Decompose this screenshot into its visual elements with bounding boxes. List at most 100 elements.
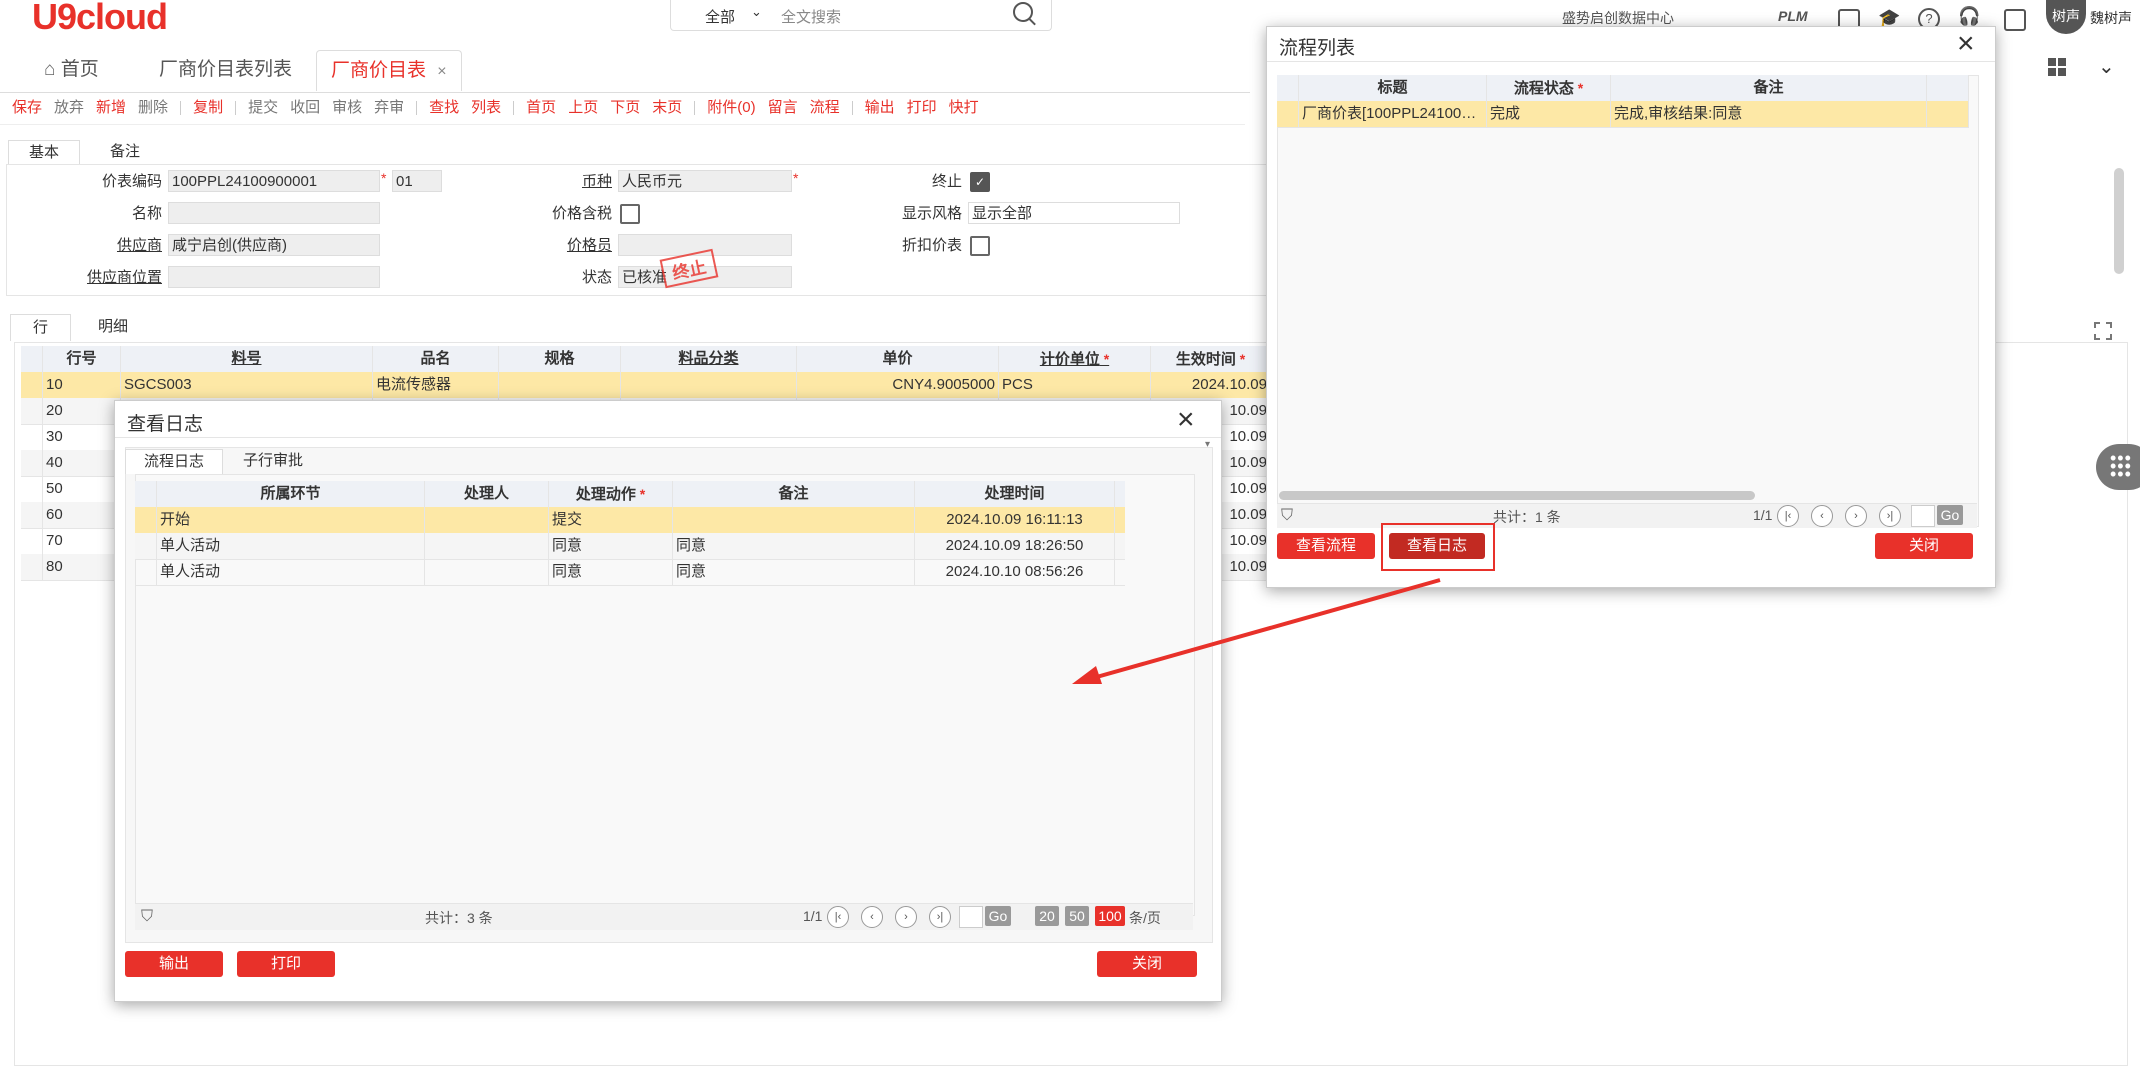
- next-page-icon[interactable]: ›: [1845, 505, 1867, 527]
- search-input[interactable]: 全文搜索: [781, 6, 841, 27]
- close-button[interactable]: 关闭: [1097, 951, 1197, 977]
- name-field[interactable]: [168, 202, 380, 224]
- avatar[interactable]: 树声: [2046, 0, 2086, 34]
- close-button[interactable]: 关闭: [1875, 533, 1973, 559]
- toolbar-button[interactable]: 快打: [949, 99, 979, 116]
- tab-remarks[interactable]: 备注: [90, 140, 160, 164]
- tab-price-list-list[interactable]: 厂商价目表列表: [145, 50, 306, 90]
- toolbar-button[interactable]: 查找: [429, 99, 459, 116]
- expand-icon[interactable]: [2094, 322, 2112, 340]
- close-icon[interactable]: ×: [437, 63, 446, 80]
- toolbar-button[interactable]: 末页: [652, 99, 682, 116]
- toolbar-button[interactable]: 流程: [810, 99, 840, 116]
- org-selector[interactable]: 盛势启创数据中心: [1562, 8, 1674, 28]
- supplier-label[interactable]: 供应商: [62, 234, 162, 255]
- last-page-icon[interactable]: ›|: [929, 906, 951, 928]
- display-style-select[interactable]: 显示全部: [968, 202, 1180, 224]
- toolbar-button[interactable]: 提交: [248, 99, 278, 116]
- table-cell: 完成,审核结果:同意: [1611, 101, 1927, 127]
- tab-label: 厂商价目表: [331, 60, 427, 81]
- toolbar-button[interactable]: 附件(0): [707, 99, 755, 116]
- table-row[interactable]: 开始 提交 2024.10.09 16:11:13: [135, 507, 1125, 534]
- table-cell: [21, 502, 43, 528]
- next-page-icon[interactable]: ›: [895, 906, 917, 928]
- toolbar-button[interactable]: 留言: [768, 99, 798, 116]
- view-log-button[interactable]: 查看日志: [1389, 533, 1485, 559]
- price-code-field[interactable]: 100PPL24100900001: [168, 170, 380, 192]
- page-input[interactable]: [959, 906, 983, 928]
- print-button[interactable]: 打印: [237, 951, 335, 977]
- quick-apps-button[interactable]: ••• ••• •••: [2096, 444, 2140, 490]
- tab-detail[interactable]: 明细: [76, 314, 150, 340]
- filter-icon[interactable]: ⛉: [1281, 507, 1293, 525]
- user-name[interactable]: 魏树声: [2090, 8, 2132, 28]
- price-code-suffix-field[interactable]: 01: [392, 170, 442, 192]
- table-row[interactable]: 厂商价表[100PPL24100… 完成 完成,审核结果:同意: [1277, 101, 1969, 128]
- close-icon[interactable]: ×: [1177, 405, 1195, 435]
- table-row[interactable]: 单人活动 同意 同意 2024.10.09 18:26:50: [135, 533, 1125, 560]
- apps-grid-icon[interactable]: [2048, 58, 2066, 76]
- currency-label[interactable]: 币种: [512, 170, 612, 191]
- vertical-scrollbar[interactable]: [2114, 168, 2124, 274]
- tab-basic[interactable]: 基本: [8, 140, 81, 165]
- filter-icon[interactable]: ⛉: [141, 908, 153, 926]
- toolbar-button[interactable]: 首页: [526, 99, 556, 116]
- headset-icon[interactable]: 🎧: [1958, 6, 1980, 27]
- page-input[interactable]: [1911, 505, 1935, 527]
- discount-price-checkbox[interactable]: [970, 236, 990, 256]
- prev-page-icon[interactable]: ‹: [1811, 505, 1833, 527]
- price-clerk-label[interactable]: 价格员: [512, 234, 612, 255]
- toolbar-button[interactable]: 新增: [96, 99, 126, 116]
- toolbar-button[interactable]: 上页: [568, 99, 598, 116]
- last-page-icon[interactable]: ›|: [1879, 505, 1901, 527]
- currency-field[interactable]: 人民币元: [618, 170, 792, 192]
- page-size-20[interactable]: 20: [1035, 906, 1059, 926]
- plm-link[interactable]: PLM: [1778, 8, 1808, 24]
- supplier-location-field[interactable]: [168, 266, 380, 288]
- search-icon[interactable]: [1013, 2, 1033, 22]
- view-flow-button[interactable]: 查看流程: [1277, 533, 1375, 559]
- chevron-down-icon[interactable]: ⌄: [2098, 54, 2115, 79]
- first-page-icon[interactable]: |‹: [827, 906, 849, 928]
- tab-sub-approval[interactable]: 子行审批: [225, 449, 321, 473]
- global-search[interactable]: 全部 ⌄ 全文搜索: [670, 0, 1052, 31]
- calendar-icon[interactable]: [2004, 9, 2026, 31]
- export-button[interactable]: 输出: [125, 951, 223, 977]
- horizontal-scrollbar[interactable]: [1279, 491, 1755, 500]
- toolbar-button[interactable]: 删除: [138, 99, 168, 116]
- page-size-100[interactable]: 100: [1095, 906, 1125, 926]
- toolbar-button[interactable]: 放弃: [54, 99, 84, 116]
- terminate-checkbox[interactable]: ✓: [970, 172, 990, 192]
- discount-price-label: 折扣价表: [901, 237, 962, 254]
- go-button[interactable]: Go: [1937, 505, 1963, 525]
- toolbar-button[interactable]: 复制: [193, 99, 223, 116]
- table-row[interactable]: 单人活动 同意 同意 2024.10.10 08:56:26: [135, 559, 1125, 586]
- prev-page-icon[interactable]: ‹: [861, 906, 883, 928]
- tab-home[interactable]: ⌂ 首页: [30, 50, 113, 90]
- close-icon[interactable]: ×: [1957, 29, 1975, 59]
- tab-divider: [0, 92, 1250, 93]
- table-cell: CNY4.9005000: [797, 372, 999, 398]
- toolbar-button[interactable]: 下页: [610, 99, 640, 116]
- tax-included-checkbox[interactable]: [620, 204, 640, 224]
- tab-price-list[interactable]: 厂商价目表 ×: [316, 50, 462, 91]
- search-scope[interactable]: 全部: [705, 6, 735, 27]
- chevron-down-icon[interactable]: ⌄: [751, 4, 762, 20]
- first-page-icon[interactable]: |‹: [1777, 505, 1799, 527]
- toolbar-button[interactable]: 收回: [290, 99, 320, 116]
- toolbar-button[interactable]: 输出: [865, 99, 895, 116]
- toolbar-button[interactable]: 审核: [332, 99, 362, 116]
- toolbar-button[interactable]: 保存: [12, 99, 42, 116]
- tab-rows[interactable]: 行: [10, 314, 72, 341]
- page-size-50[interactable]: 50: [1065, 906, 1089, 926]
- toolbar-button[interactable]: 列表: [471, 99, 501, 116]
- table-cell: [21, 476, 43, 502]
- table-row[interactable]: 10 SGCS003 电流传感器 CNY4.9005000 PCS 2024.10.09: [21, 372, 1271, 399]
- supplier-field[interactable]: 咸宁启创(供应商): [168, 234, 380, 256]
- toolbar-button[interactable]: 打印: [907, 99, 937, 116]
- toolbar-button[interactable]: 弃审: [374, 99, 404, 116]
- supplier-location-label[interactable]: 供应商位置: [62, 266, 162, 287]
- go-button[interactable]: Go: [985, 906, 1011, 926]
- tab-flow-log[interactable]: 流程日志: [125, 449, 224, 474]
- table-cell: 厂商价表[100PPL24100…: [1299, 101, 1487, 127]
